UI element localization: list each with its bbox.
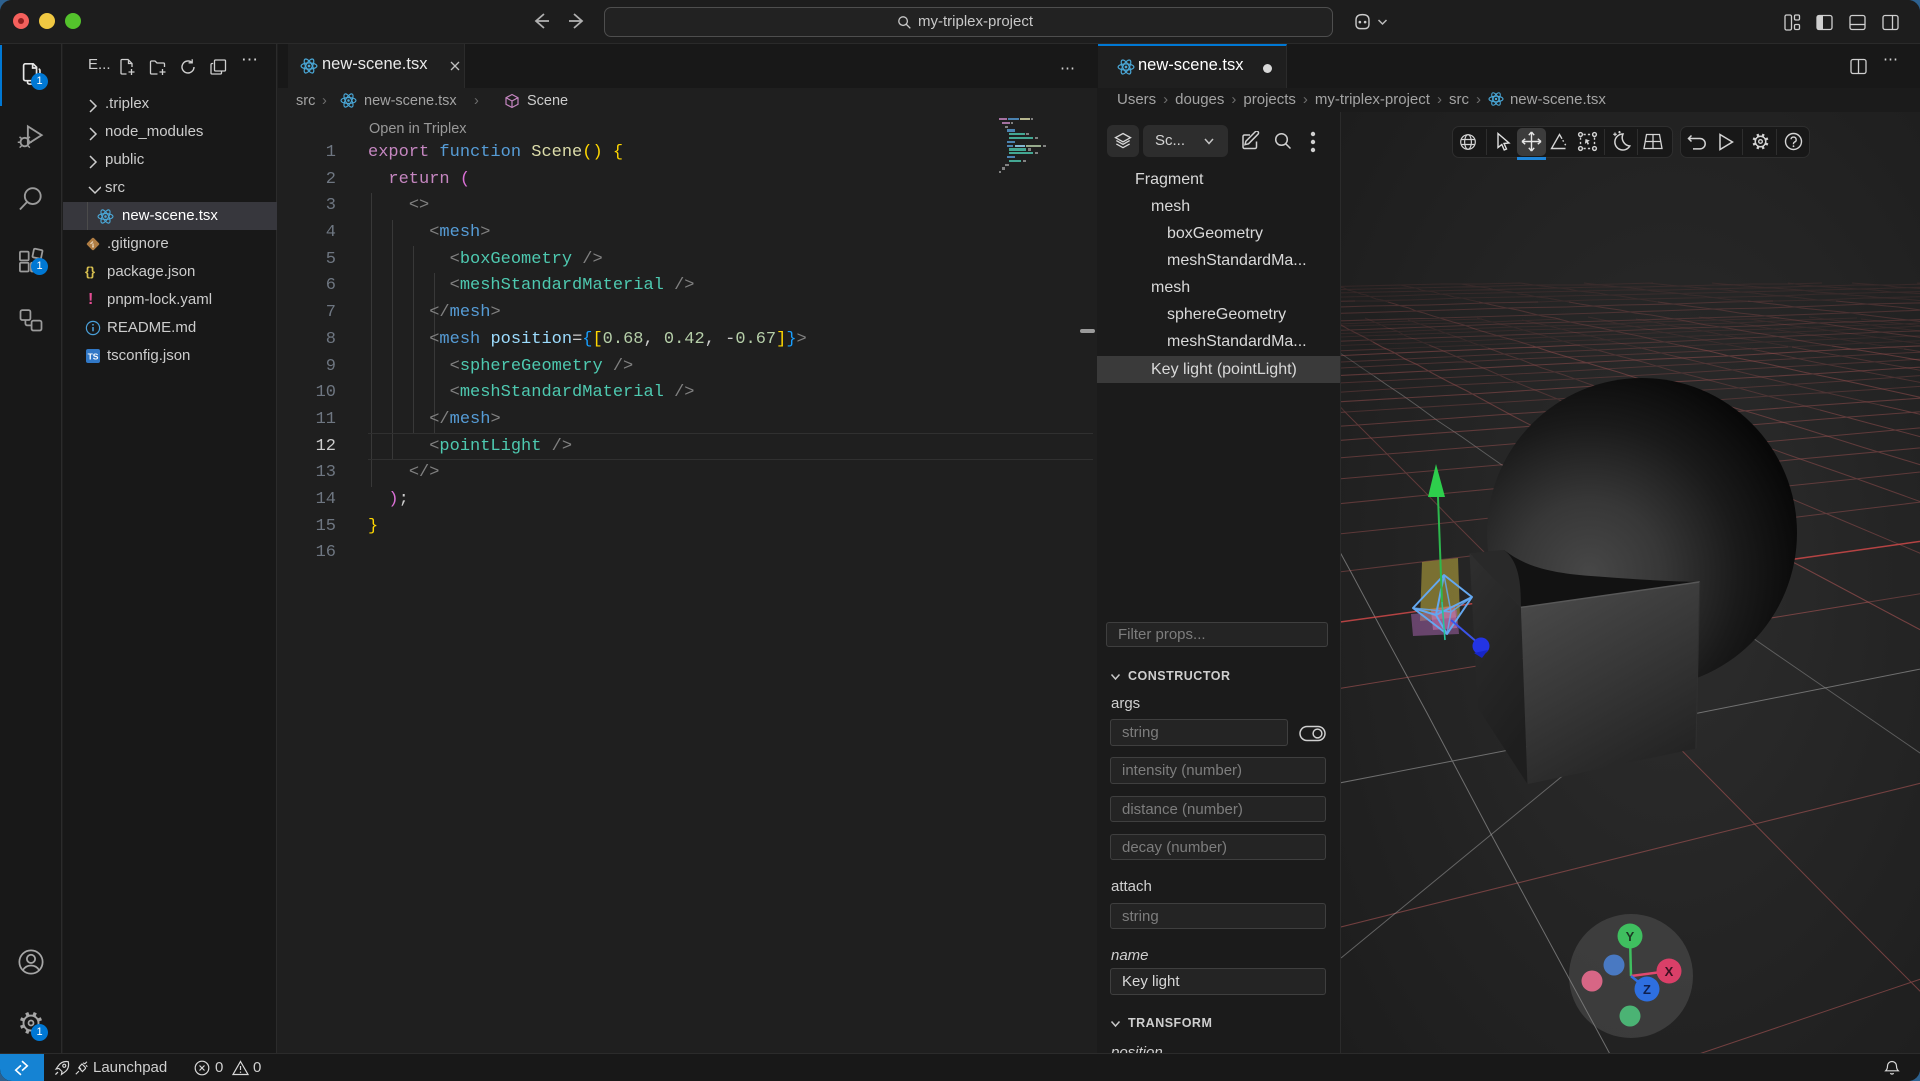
- svg-text:TS: TS: [88, 352, 99, 362]
- svg-text:Z: Z: [1643, 982, 1651, 997]
- svg-text:X: X: [1665, 964, 1674, 979]
- svg-text:Y: Y: [1626, 929, 1635, 944]
